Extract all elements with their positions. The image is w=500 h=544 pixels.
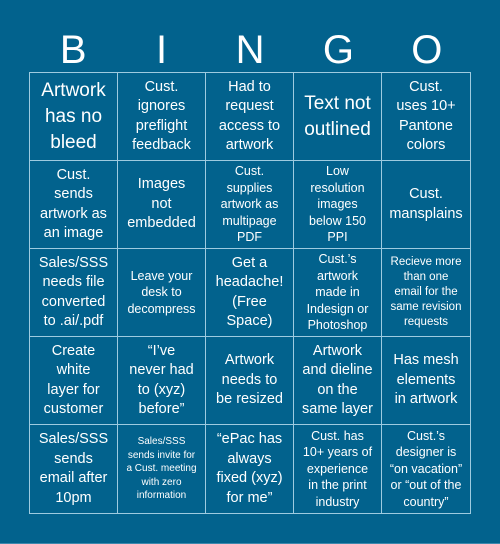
bingo-cell-r2c1[interactable]: Cust. sends artwork as an image bbox=[30, 161, 118, 249]
cell-text: Cust. ignores preflight feedback bbox=[132, 78, 191, 154]
cell-text: Leave your desk to decompress bbox=[127, 268, 196, 316]
cell-text: Create white layer for customer bbox=[43, 342, 104, 418]
cell-text: Sales/SSS needs file converted to .ai/.p… bbox=[38, 254, 109, 330]
bingo-cell-r2c5[interactable]: Cust. mansplains bbox=[382, 161, 470, 249]
bingo-cell-r1c1[interactable]: Artwork has no bleed bbox=[30, 73, 118, 161]
cell-text: Recieve more than one email for the same… bbox=[390, 256, 462, 328]
header-letter-o: O bbox=[411, 28, 443, 72]
cell-text: Cust. supplies artwork as multipage PDF bbox=[220, 164, 279, 245]
bingo-cell-r1c4[interactable]: Text not outlined bbox=[294, 73, 382, 161]
header-letter-g: G bbox=[322, 28, 354, 72]
bingo-cell-r2c3[interactable]: Cust. supplies artwork as multipage PDF bbox=[206, 161, 294, 249]
cell-text: “I’ve never had to (xyz) before” bbox=[129, 342, 194, 418]
cell-text: Sales/SSS sends email after 10pm bbox=[38, 431, 109, 506]
bingo-cell-r3c5[interactable]: Recieve more than one email for the same… bbox=[382, 249, 470, 337]
bingo-cell-free-space[interactable]: Get a headache! (Free Space) bbox=[206, 249, 294, 337]
cell-text: Cust. mansplains bbox=[389, 186, 463, 222]
cell-text: Cust. sends artwork as an image bbox=[40, 166, 107, 242]
header-letter-b: B bbox=[59, 28, 87, 72]
cell-text: Cust. uses 10+ Pantone colors bbox=[396, 78, 456, 154]
cell-text: Artwork needs to be resized bbox=[216, 352, 283, 408]
bingo-cell-r4c4[interactable]: Artwork and dieline on the same layer bbox=[294, 337, 382, 425]
cell-text: Has mesh elements in artwork bbox=[393, 352, 459, 408]
bingo-cell-r2c2[interactable]: Images not embedded bbox=[118, 161, 206, 249]
bingo-cell-r1c3[interactable]: Had to request access to artwork bbox=[206, 73, 294, 161]
cell-text: “ePac has always fixed (xyz) for me” bbox=[216, 431, 283, 506]
cell-text: Cust. has 10+ years of experience in the… bbox=[302, 428, 373, 509]
bingo-cell-r5c3[interactable]: “ePac has always fixed (xyz) for me” bbox=[206, 425, 294, 513]
cell-text: Artwork and dieline on the same layer bbox=[302, 342, 373, 418]
bingo-cell-r1c5[interactable]: Cust. uses 10+ Pantone colors bbox=[382, 73, 470, 161]
cell-text: Cust.’s artwork made in Indesign or Phot… bbox=[306, 252, 369, 333]
cell-text: Cust.’s designer is “on vacation” or “ou… bbox=[389, 428, 463, 509]
bingo-cell-r3c2[interactable]: Leave your desk to decompress bbox=[118, 249, 206, 337]
cell-text: Artwork has no bleed bbox=[41, 79, 106, 153]
bingo-cell-r1c2[interactable]: Cust. ignores preflight feedback bbox=[118, 73, 206, 161]
bingo-cell-r5c5[interactable]: Cust.’s designer is “on vacation” or “ou… bbox=[382, 425, 470, 513]
cell-text: Low resolution images below 150 PPI bbox=[309, 164, 366, 245]
bingo-header: B I N G O bbox=[29, 28, 471, 72]
bingo-board: Artwork has no bleed Cust. ignores prefl… bbox=[29, 72, 471, 514]
cell-text: Get a headache! (Free Space) bbox=[215, 254, 284, 330]
bingo-cell-r5c1[interactable]: Sales/SSS sends email after 10pm bbox=[30, 425, 118, 513]
bingo-cell-r4c1[interactable]: Create white layer for customer bbox=[30, 337, 118, 425]
bingo-cell-r3c4[interactable]: Cust.’s artwork made in Indesign or Phot… bbox=[294, 249, 382, 337]
bingo-cell-r5c4[interactable]: Cust. has 10+ years of experience in the… bbox=[294, 425, 382, 513]
header-letter-n: N bbox=[235, 28, 265, 72]
cell-text: Images not embedded bbox=[127, 176, 196, 232]
bingo-cell-r5c2[interactable]: Sales/SSS sends invite for a Cust. meeti… bbox=[118, 425, 206, 513]
bingo-cell-r3c1[interactable]: Sales/SSS needs file converted to .ai/.p… bbox=[30, 249, 118, 337]
bingo-cell-r4c2[interactable]: “I’ve never had to (xyz) before” bbox=[118, 337, 206, 425]
bingo-cell-r2c4[interactable]: Low resolution images below 150 PPI bbox=[294, 161, 382, 249]
cell-text: Had to request access to artwork bbox=[218, 78, 281, 154]
cell-text: Text not outlined bbox=[304, 92, 371, 140]
header-letter-i: I bbox=[156, 28, 168, 72]
bingo-cell-r4c3[interactable]: Artwork needs to be resized bbox=[206, 337, 294, 425]
bingo-cell-r4c5[interactable]: Has mesh elements in artwork bbox=[382, 337, 470, 425]
cell-text: Sales/SSS sends invite for a Cust. meeti… bbox=[126, 436, 197, 502]
